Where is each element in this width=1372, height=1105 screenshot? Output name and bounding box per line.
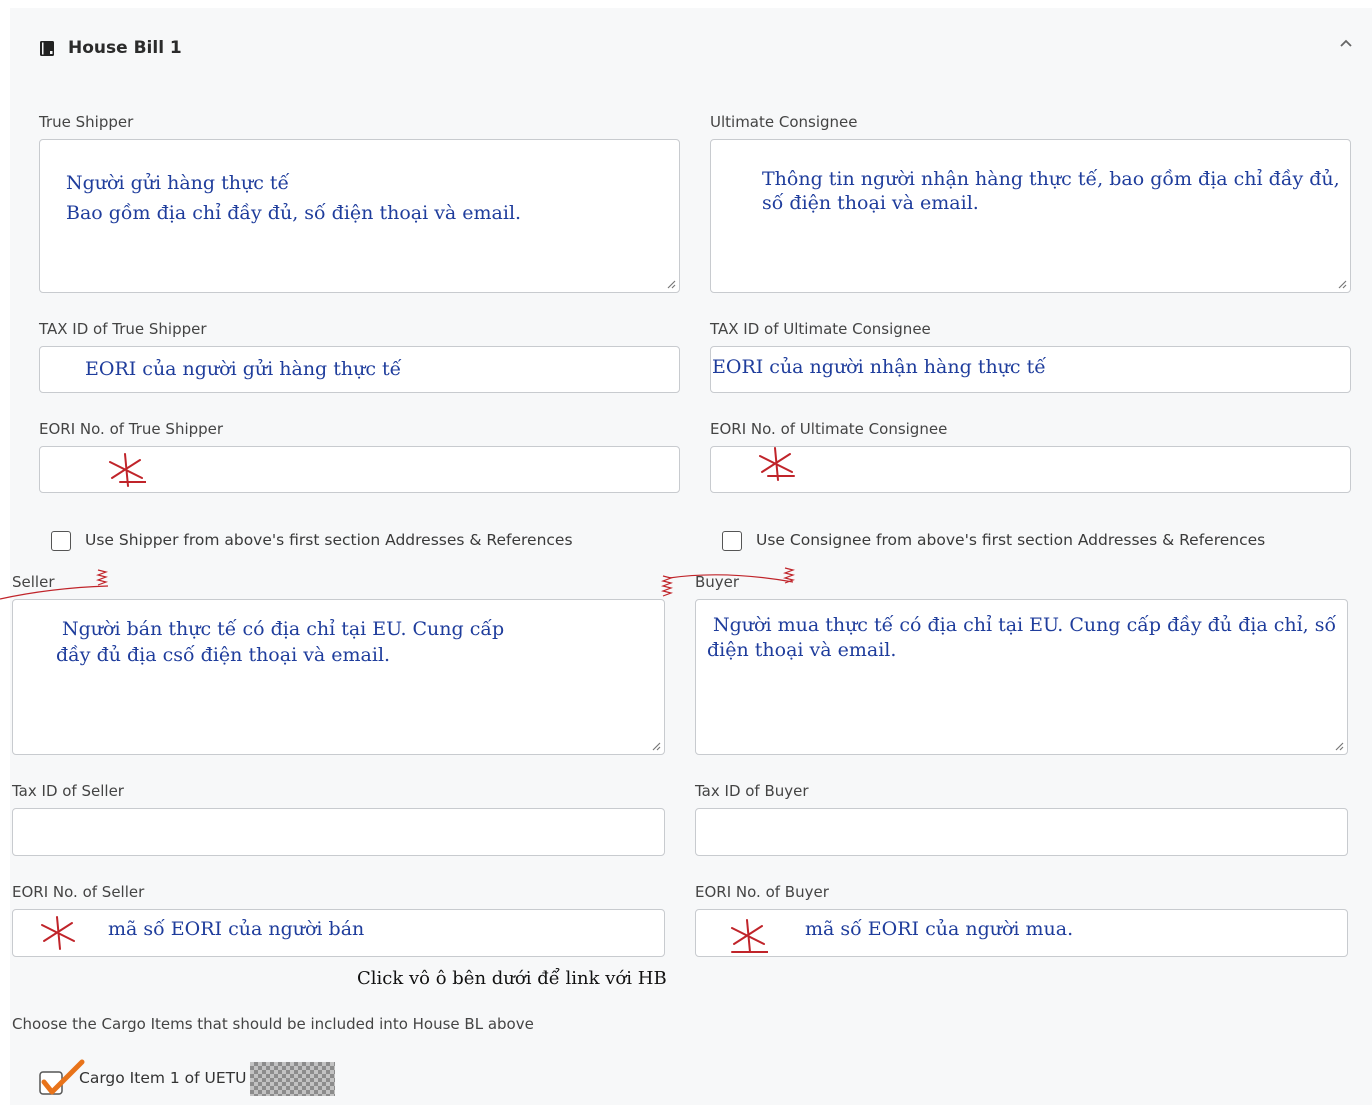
use-consignee-checkbox[interactable] [722,531,742,551]
resize-grip-icon[interactable] [665,278,676,289]
resize-grip-icon[interactable] [650,740,661,751]
red-asterisk-mark-icon [731,919,768,953]
eori-consignee-label: EORI No. of Ultimate Consignee [710,420,948,438]
cargo-item-label[interactable]: Cargo Item 1 of UETU [79,1069,247,1087]
buyer-textarea[interactable] [695,599,1348,755]
ultimate-consignee-textarea[interactable] [710,139,1351,293]
use-consignee-label[interactable]: Use Consignee from above's first section… [756,531,1265,549]
eori-seller-input[interactable] [12,909,665,957]
instruction-note: Click vô ô bên dưới để link với HB [357,968,667,989]
red-asterisk-mark-icon [759,447,795,481]
panel-title: House Bill 1 [68,38,182,58]
chevron-up-icon[interactable] [1338,37,1354,49]
resize-grip-icon[interactable] [1333,740,1344,751]
ultimate-consignee-label: Ultimate Consignee [710,113,858,131]
true-shipper-label: True Shipper [39,113,134,131]
seller-textarea[interactable] [12,599,665,755]
eori-shipper-label: EORI No. of True Shipper [39,420,224,438]
resize-grip-icon[interactable] [1336,278,1347,289]
true-shipper-textarea[interactable] [39,139,680,293]
eori-buyer-label: EORI No. of Buyer [695,883,829,901]
tax-id-buyer-input[interactable] [695,808,1348,856]
book-icon [40,41,54,56]
panel-header[interactable] [10,8,1372,83]
use-shipper-checkbox[interactable] [51,531,71,551]
tax-id-consignee-input[interactable] [710,346,1351,393]
eori-seller-label: EORI No. of Seller [12,883,145,901]
tax-id-seller-input[interactable] [12,808,665,856]
tax-id-shipper-input[interactable] [39,346,680,393]
cargo-choose-label: Choose the Cargo Items that should be in… [12,1015,534,1033]
tax-id-consignee-label: TAX ID of Ultimate Consignee [710,320,931,338]
redacted-container-number [250,1062,335,1096]
tax-id-seller-label: Tax ID of Seller [12,782,124,800]
red-asterisk-mark-icon [109,453,146,487]
red-asterisk-mark-icon [41,916,75,950]
tax-id-buyer-label: Tax ID of Buyer [695,782,809,800]
eori-consignee-input[interactable] [710,446,1351,493]
eori-buyer-input[interactable] [695,909,1348,957]
tax-id-shipper-label: TAX ID of True Shipper [39,320,207,338]
use-shipper-label[interactable]: Use Shipper from above's first section A… [85,531,573,549]
